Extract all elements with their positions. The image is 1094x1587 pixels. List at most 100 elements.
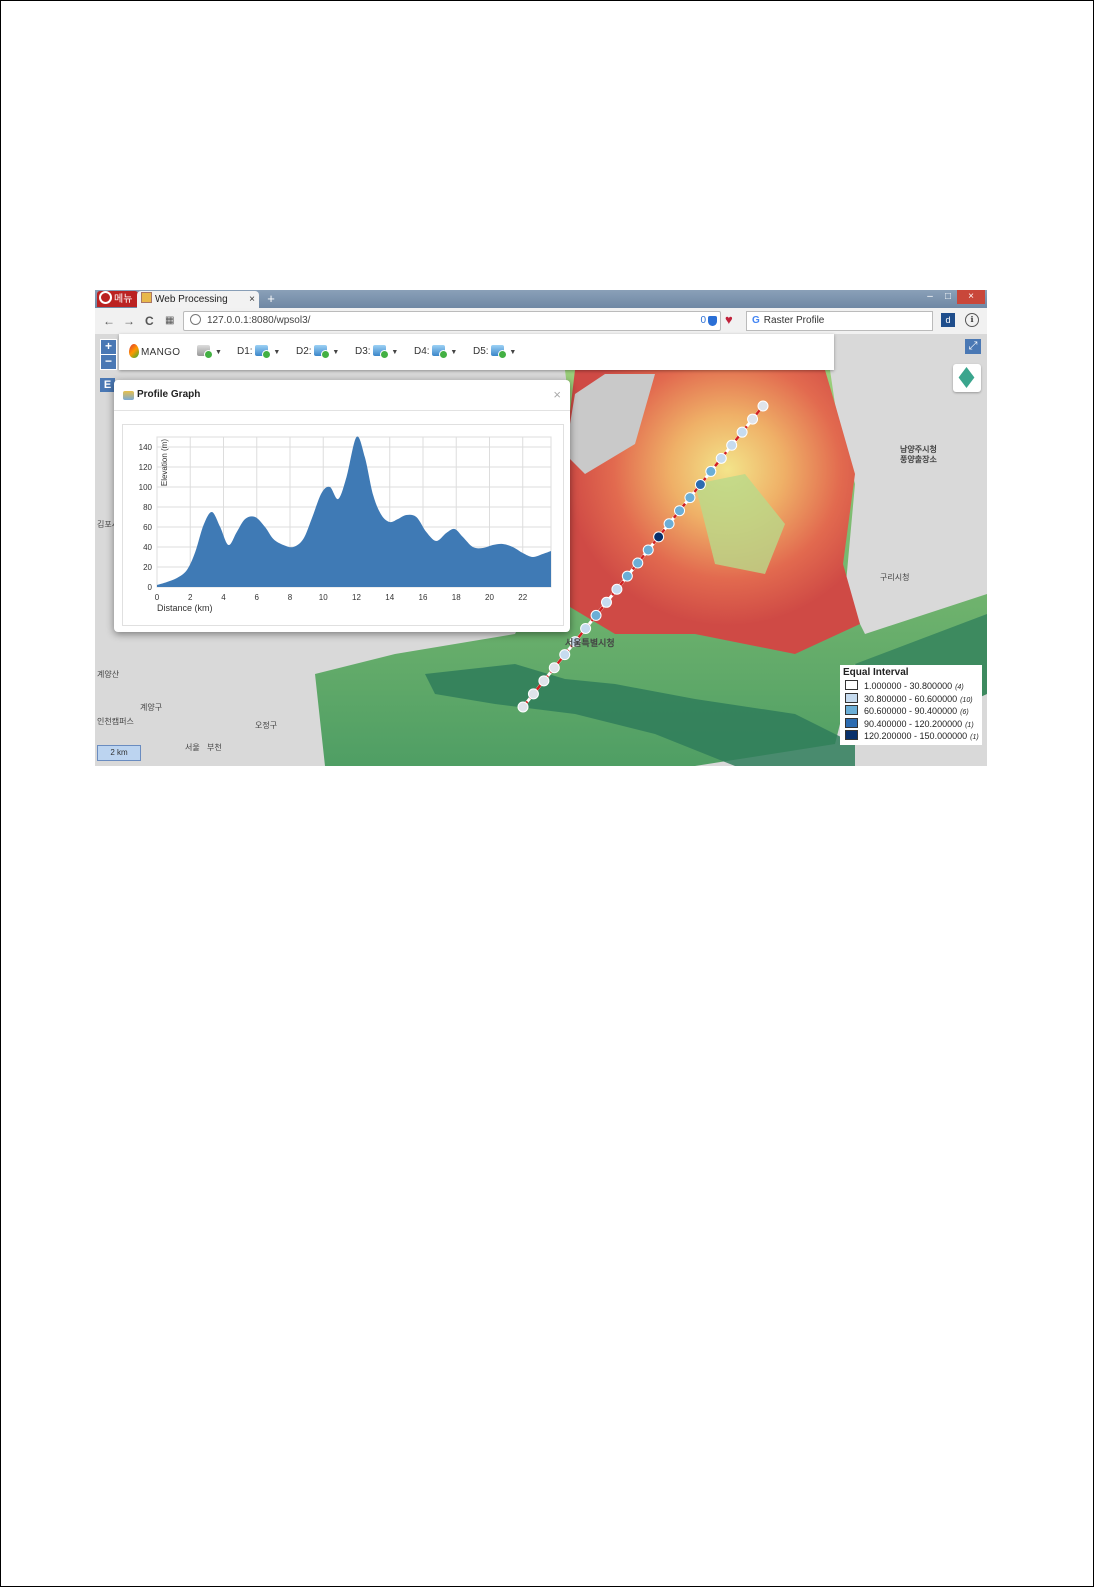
cube-icon (432, 345, 449, 359)
map-label: 계양산 (97, 670, 120, 679)
close-window-button[interactable]: × (957, 290, 985, 304)
minimize-button[interactable]: – (921, 290, 939, 304)
tool-d5[interactable]: D5: ▼ (473, 345, 516, 359)
profile-point[interactable] (611, 583, 623, 595)
profile-point[interactable] (517, 701, 529, 713)
search-input[interactable]: G Raster Profile (746, 311, 933, 331)
globe-icon (190, 314, 201, 325)
map-label: 부천 (207, 743, 222, 752)
profile-point[interactable] (580, 622, 592, 634)
profile-point[interactable] (653, 531, 665, 543)
map-label: 계양구 (140, 703, 163, 712)
legend-count: (10) (960, 696, 973, 704)
close-icon[interactable]: × (553, 387, 561, 402)
blocked-counter: 0 (700, 315, 706, 326)
info-icon[interactable]: ℹ (965, 313, 979, 327)
map-label: 구리시청 (880, 573, 910, 582)
profile-point[interactable] (715, 452, 727, 464)
profile-point[interactable] (548, 662, 560, 674)
legend-label: 30.800000 - 60.600000 (864, 693, 958, 704)
reload-button[interactable]: C (145, 314, 154, 328)
legend-count: (6) (960, 709, 969, 716)
y-axis-label: Elevation (m) (160, 439, 169, 486)
profile-point[interactable] (757, 400, 769, 412)
y-tick-label: 80 (143, 503, 152, 512)
address-input[interactable]: 127.0.0.1:8080/wpsol3/ 0 (183, 311, 721, 331)
tool-d4[interactable]: D4: ▼ (414, 345, 457, 359)
x-tick-label: 12 (352, 593, 361, 602)
map-label: 서울 (185, 743, 200, 752)
search-value: Raster Profile (763, 315, 825, 326)
browser-tab[interactable]: Web Processing Services × (137, 291, 259, 322)
profile-point[interactable] (621, 570, 633, 582)
tool-add-layer[interactable]: ▼ (197, 345, 222, 359)
x-tick-label: 2 (188, 593, 193, 602)
profile-chart-svg: 0 20 40 60 80 100 120 140 0 2 4 6 8 10 12 14 16 18 20 22 Ele… (139, 436, 552, 613)
profile-point[interactable] (538, 675, 550, 687)
x-tick-label: 16 (419, 593, 428, 602)
heart-icon[interactable]: ♥ (725, 312, 733, 328)
dialog-header[interactable]: Profile Graph × (114, 380, 570, 411)
maximize-button[interactable]: □ (939, 290, 957, 304)
scale-bar: 2 km (97, 745, 141, 761)
map-label: 인천캠퍼스 (97, 717, 134, 726)
x-tick-label: 0 (155, 593, 160, 602)
forward-button[interactable]: → (123, 314, 135, 328)
extension-icon[interactable]: d (941, 313, 955, 327)
legend-swatch (845, 705, 858, 715)
profile-graph-dialog[interactable]: Profile Graph × 0 20 40 60 80 100 120 140 0 2 4 6 8 1… (114, 380, 570, 632)
profile-point[interactable] (642, 544, 654, 556)
y-tick-label: 40 (143, 543, 152, 552)
y-tick-label: 0 (148, 583, 153, 592)
profile-point[interactable] (527, 688, 539, 700)
fullscreen-button[interactable]: ⤢ (965, 339, 981, 354)
back-button[interactable]: ← (103, 314, 115, 328)
tool-d2[interactable]: D2: ▼ (296, 345, 339, 359)
tab-close-button[interactable]: × (249, 291, 255, 308)
shield-icon[interactable] (708, 316, 717, 326)
new-tab-button[interactable]: + (263, 291, 279, 306)
profile-point[interactable] (600, 596, 612, 608)
tool-d3[interactable]: D3: ▼ (355, 345, 398, 359)
profile-point[interactable] (726, 439, 738, 451)
legend-title: Equal Interval (843, 667, 909, 678)
e-button[interactable]: E (100, 378, 115, 392)
profile-point[interactable] (736, 426, 748, 438)
map-viewport[interactable]: 김포시 계양산 계양구 인천캠퍼스 서울특별시청 구리시청 남양주시청 풍양출장… (95, 334, 987, 766)
mango-logo: MANGO (129, 344, 180, 358)
y-tick-label: 60 (143, 523, 152, 532)
zoom-out-button[interactable]: − (100, 354, 117, 370)
map-toolbar: MANGO ▼ D1: ▼ D2: ▼ D3: ▼ D4: ▼ D5: ▼ (119, 334, 834, 370)
profile-point[interactable] (705, 465, 717, 477)
y-tick-label: 100 (139, 483, 153, 492)
google-icon: G (752, 315, 760, 326)
x-tick-label: 20 (485, 593, 494, 602)
profile-point[interactable] (590, 609, 602, 621)
profile-point[interactable] (694, 479, 706, 491)
address-toolbar: ← → C ▦ 127.0.0.1:8080/wpsol3/ 0 ♥ G Rast… (95, 308, 987, 335)
opera-menu-button[interactable]: 메뉴 (97, 291, 139, 307)
tool-d1[interactable]: D1: ▼ (237, 345, 280, 359)
profile-point[interactable] (674, 505, 686, 517)
profile-point[interactable] (559, 649, 571, 661)
zoom-in-button[interactable]: + (100, 339, 117, 355)
legend-swatch (845, 680, 858, 690)
chart-icon (123, 391, 134, 400)
x-tick-label: 14 (385, 593, 394, 602)
profile-point[interactable] (663, 518, 675, 530)
profile-point[interactable] (632, 557, 644, 569)
x-tick-label: 22 (518, 593, 527, 602)
legend-item: 60.600000 - 90.400000 (6) (845, 705, 969, 717)
profile-point[interactable] (684, 492, 696, 504)
legend-item: 30.800000 - 60.600000 (10) (845, 692, 973, 705)
y-tick-label: 20 (143, 563, 152, 572)
profile-point[interactable] (747, 413, 759, 425)
browser-screenshot: 메뉴 Web Processing Services × + – □ × ← →… (95, 290, 987, 766)
dialog-title: Profile Graph (137, 389, 201, 400)
x-tick-label: 4 (221, 593, 226, 602)
speed-dial-button[interactable]: ▦ (165, 314, 174, 328)
legend-label: 60.600000 - 90.400000 (864, 706, 958, 716)
cube-icon (491, 345, 508, 359)
layers-icon[interactable] (953, 364, 981, 392)
legend-count: (1) (965, 721, 974, 729)
